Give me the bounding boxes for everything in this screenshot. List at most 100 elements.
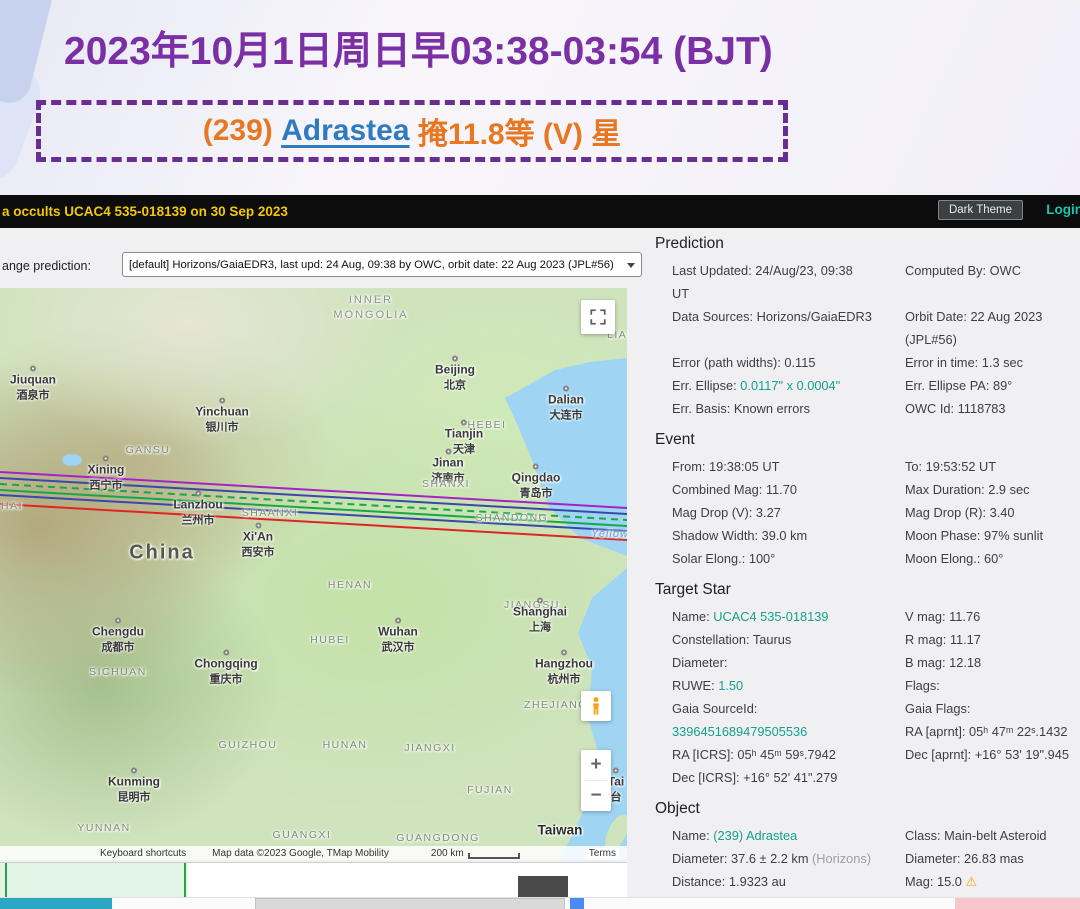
map-label-qingdao: Qingdao青岛市 [512,464,561,501]
city-marker-dot [30,366,36,372]
bottom-blue-block [570,898,584,909]
map-label-hunan: HUNAN [323,739,368,751]
timeline-visibility-zone [0,863,188,897]
map-label-yunnan: YUNNAN [77,822,130,834]
city-marker-dot [103,456,109,462]
city-marker-dot [255,523,261,529]
fullscreen-icon [589,308,607,326]
map-label-hubei: HUBEI [310,634,350,646]
field-combined-mag: Combined Mag: 11.70 [672,478,905,501]
panel-section-event: EventFrom: 19:38:05 UTTo: 19:53:52 UTCom… [655,431,1077,570]
bottom-teal-block [0,898,112,909]
map-scale-bar: 200 km [431,848,520,859]
map-label-hebei: HEBEI [467,419,506,431]
field-gaia-flags: Gaia Flags: [905,697,1080,720]
field-diameter: Diameter: 26.83 mas [905,847,1080,870]
field [905,766,1080,789]
field-mag-drop-r: Mag Drop (R): 3.40 [905,501,1080,524]
timeline-marker-end [184,863,186,897]
field-v-mag: V mag: 11.76 [905,605,1080,628]
map-label-jinan: Jinan济南市 [432,449,465,486]
map-label-lanzhou: Lanzhou兰州市 [173,491,222,528]
map-label-jiuquan: Jiuquan酒泉市 [10,366,56,403]
field-flags: Flags: [905,674,1080,697]
section-title: Prediction [655,235,1077,253]
field-err-ellipse[interactable]: Err. Ellipse: 0.0117" x 0.0004" [672,374,905,397]
login-link[interactable]: Login [1046,202,1080,217]
dark-theme-button[interactable]: Dark Theme [938,200,1023,220]
field-max-duration: Max Duration: 2.9 sec [905,478,1080,501]
field-to: To: 19:53:52 UT [905,455,1080,478]
field-shadow-width: Shadow Width: 39.0 km [672,524,905,547]
detail-panel: Prediction Last Updated: 24/Aug/23, 09:38… [655,235,1077,909]
event-object-link[interactable]: Adrastea [281,114,409,148]
field-orbit-date: Orbit Date: 22 Aug 2023 (JPL#56) [905,305,1080,351]
chevron-down-icon [627,263,635,268]
field-name[interactable]: Name: (239) Adrastea [672,824,905,847]
section-title: Event [655,431,1077,449]
bottom-gray-block [255,898,565,909]
fullscreen-button[interactable] [581,300,615,334]
field-name[interactable]: Name: UCAC4 535-018139 [672,605,905,628]
map-attribution-bar: Keyboard shortcuts Map data ©2023 Google… [0,846,627,860]
panel-section-target-star: Target Star Name: UCAC4 535-018139V mag: … [655,581,1077,789]
map-canvas[interactable]: INNER MONGOLIALIAOJiuquan酒泉市Beijing北京Dal… [0,288,627,860]
field-err-basis: Err. Basis: Known errors [672,397,905,420]
section-title: Object [655,800,1077,818]
field-error-in-time: Error in time: 1.3 sec [905,351,1080,374]
event-description: 掩11.8等 (V) 星 [410,109,622,153]
map-label-shanxi: SHANXI [422,478,470,490]
field-ruwe[interactable]: RUWE: 1.50 [672,674,905,697]
gaia-source-id-value[interactable]: 3396451689479505536 [672,720,905,743]
map-label-taiwan: Taiwan [538,823,583,838]
section-title: Target Star [655,581,1077,599]
map-label-xi-an: Xi'An西安市 [242,523,275,560]
map-data-attribution: Map data ©2023 Google, TMap Mobility [212,848,389,859]
map-label-guangxi: GUANGXI [273,829,332,841]
field-solar-elong: Solar Elong.: 100° [672,547,905,570]
field-ra-aprnt: RA [aprnt]: 05ʰ 47ᵐ 22ˢ.1432 [905,720,1080,743]
event-box: (239) Adrastea 掩11.8等 (V) 星 [36,100,788,162]
terms-link[interactable]: Terms [586,848,619,859]
city-marker-dot [613,768,619,774]
prediction-select[interactable]: [default] Horizons/GaiaEDR3, last upd: 2… [122,252,642,277]
city-marker-dot [223,650,229,656]
field-diameter: Diameter: [672,651,905,674]
zoom-in-button[interactable]: + [581,750,611,780]
keyboard-shortcuts-link[interactable]: Keyboard shortcuts [100,848,186,859]
field-moon-phase: Moon Phase: 97% sunlit [905,524,1080,547]
field-dec-icrs: Dec [ICRS]: +16° 52' 41".279 [672,766,905,789]
field-b-mag: B mag: 12.18 [905,651,1080,674]
map-label-beijing: Beijing北京 [435,356,475,393]
map-label-dalian: Dalian大连市 [548,386,584,423]
city-marker-dot [461,420,467,426]
field-ra-icrs: RA [ICRS]: 05ʰ 45ᵐ 59ˢ.7942 [672,743,905,766]
field-owc-id: OWC Id: 1118783 [905,397,1080,420]
field-moon-elong: Moon Elong.: 60° [905,547,1080,570]
city-marker-dot [563,386,569,392]
event-number: (239) [203,114,281,148]
bottom-partial-row [0,897,1080,909]
panel-section-object: ObjectName: (239) AdrasteaClass: Main-be… [655,800,1077,909]
occultation-title: a occults UCAC4 535-018139 on 30 Sep 202… [2,204,288,219]
field-last-updated: Last Updated: 24/Aug/23, 09:38 UT [672,259,905,305]
map-label-fujian: FUJIAN [467,784,513,796]
map-label-henan: HENAN [328,579,372,591]
field-error-path-widths: Error (path widths): 0.115 [672,351,905,374]
city-marker-dot [131,768,137,774]
map-label-shanghai: Shanghai上海 [513,598,567,635]
pegman-icon [587,696,605,716]
map-label-shaanxi: SHAANXI [242,507,299,519]
city-marker-dot [452,356,458,362]
map-label-yinchuan: Yinchuan银川市 [195,398,249,435]
field-gaia-sourceid: Gaia SourceId: [672,697,905,720]
pegman-button[interactable] [581,691,611,721]
map-label-tianjin: Tianjin天津 [445,420,483,457]
field-computed-by: Computed By: OWC [905,259,1080,305]
field-mag-drop-v: Mag Drop (V): 3.27 [672,501,905,524]
zoom-out-button[interactable]: − [581,781,611,811]
city-marker-dot [195,491,201,497]
city-marker-dot [219,398,225,404]
field-err-ellipse-pa: Err. Ellipse PA: 89° [905,374,1080,397]
field-constellation: Constellation: Taurus [672,628,905,651]
